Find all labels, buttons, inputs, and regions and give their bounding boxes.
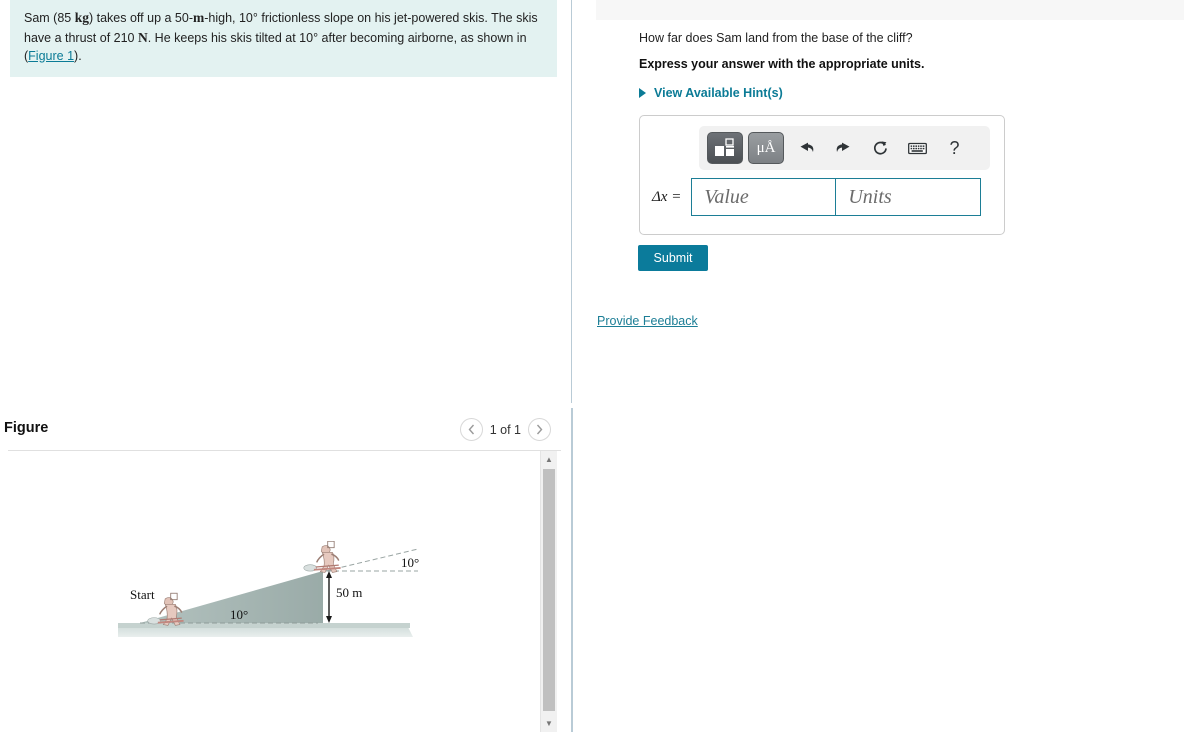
- math-template-icon: [715, 138, 734, 156]
- slope-angle-label: 10°: [230, 607, 249, 622]
- chevron-right-icon: [536, 424, 543, 435]
- view-hints-toggle[interactable]: View Available Hint(s): [639, 86, 783, 100]
- right-header-bar: [596, 0, 1184, 20]
- units-input[interactable]: [836, 178, 982, 216]
- undo-icon: [800, 142, 814, 152]
- figure-illustration: Start 10° 10° 50 m: [118, 540, 428, 656]
- start-label: Start: [130, 587, 155, 602]
- reset-icon: [873, 140, 887, 154]
- chevron-left-icon: [468, 424, 474, 435]
- scroll-up-arrow-icon[interactable]: ▲: [541, 451, 557, 468]
- view-hints-label: View Available Hint(s): [654, 86, 783, 100]
- left-panel: Sam (85 kg) takes off up a 50-m-high, 10…: [0, 0, 571, 732]
- keyboard-icon: [908, 142, 927, 154]
- problem-unit-kg: kg: [74, 10, 89, 25]
- problem-text-part-2: ) takes off up a 50-: [88, 11, 193, 25]
- answer-input-row: Δx =: [652, 178, 982, 216]
- question-prompt: How far does Sam land from the base of t…: [639, 31, 913, 45]
- value-input[interactable]: [691, 178, 837, 216]
- ski-jump-diagram: [118, 540, 419, 637]
- right-panel: How far does Sam land from the base of t…: [573, 0, 1184, 732]
- variable-label: Δx =: [652, 188, 682, 205]
- scrollbar-thumb[interactable]: [543, 469, 555, 711]
- question-instruction: Express your answer with the appropriate…: [639, 57, 925, 71]
- scroll-down-arrow-icon[interactable]: ▼: [541, 715, 557, 732]
- figure-scrollbar[interactable]: ▲ ▼: [540, 451, 557, 732]
- figure-body: Start 10° 10° 50 m: [8, 451, 561, 732]
- answer-entry-box: μÅ ? Δx = Value Units: [639, 115, 1005, 235]
- problem-unit-n: N: [137, 29, 148, 45]
- height-arrow-head-up: [326, 571, 332, 578]
- triangle-right-icon: [639, 88, 646, 98]
- keyboard-button[interactable]: [900, 132, 935, 164]
- figure-prev-button[interactable]: [459, 418, 483, 441]
- math-template-button[interactable]: [707, 132, 743, 164]
- submit-button[interactable]: Submit: [638, 245, 708, 271]
- ground-top: [118, 623, 410, 628]
- problem-unit-m: m: [192, 10, 205, 25]
- units-button[interactable]: μÅ: [748, 132, 784, 164]
- problem-text-part-1: Sam (85: [24, 11, 75, 25]
- provide-feedback-link[interactable]: Provide Feedback: [597, 314, 698, 328]
- figure-title: Figure: [4, 420, 49, 436]
- problem-text-part-5: ).: [74, 48, 82, 63]
- panel-divider-top: [571, 0, 572, 403]
- figure-1-link[interactable]: Figure 1: [28, 49, 74, 63]
- undo-button[interactable]: [789, 132, 824, 164]
- launch-angle-label: 10°: [401, 555, 420, 570]
- figure-next-button[interactable]: [528, 418, 551, 441]
- height-label: 50 m: [336, 585, 363, 600]
- answer-toolbar: μÅ ?: [699, 126, 990, 170]
- redo-button[interactable]: [826, 132, 861, 164]
- help-button[interactable]: ?: [937, 132, 972, 164]
- figure-header: Figure 1 of 1: [4, 415, 557, 451]
- figure-pager: 1 of 1: [459, 418, 551, 441]
- reset-button[interactable]: [863, 132, 898, 164]
- problem-statement: Sam (85 kg) takes off up a 50-m-high, 10…: [10, 0, 557, 78]
- skier-figure-launch: [303, 540, 341, 573]
- figure-pager-label: 1 of 1: [489, 422, 521, 437]
- redo-icon: [836, 142, 850, 152]
- height-arrow-head-down: [326, 616, 332, 623]
